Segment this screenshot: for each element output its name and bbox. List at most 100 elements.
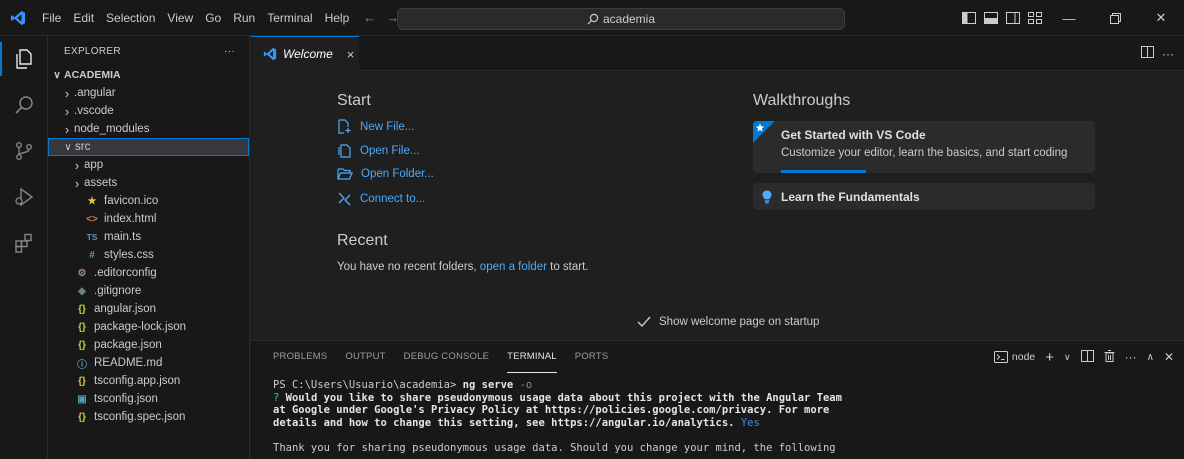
folder-item-assets[interactable]: › assets: [48, 174, 249, 192]
toggle-secondary-sidebar-icon[interactable]: [1004, 0, 1022, 36]
close-window-icon[interactable]: ✕: [1138, 0, 1184, 36]
explorer-icon[interactable]: [0, 36, 48, 82]
menu-terminal[interactable]: Terminal: [261, 6, 318, 30]
open-folder-link[interactable]: Open Folder...: [337, 167, 434, 181]
file-item-package-json[interactable]: {} package.json: [48, 336, 249, 354]
maximize-panel-icon[interactable]: ∧: [1147, 352, 1154, 363]
chevron-down-icon[interactable]: ∨: [1064, 352, 1071, 363]
tree-item-label: favicon.ico: [104, 195, 159, 207]
remote-connect-icon: [338, 192, 351, 206]
new-file-link[interactable]: New File...: [337, 119, 414, 134]
menu-run[interactable]: Run: [227, 6, 261, 30]
file-item-tsconfig-app-json[interactable]: {} tsconfig.app.json: [48, 372, 249, 390]
show-on-startup-option[interactable]: Show welcome page on startup: [637, 316, 819, 328]
connect-to-link[interactable]: Connect to...: [337, 191, 425, 206]
trash-icon[interactable]: [1104, 349, 1115, 365]
file-item-package-lock-json[interactable]: {} package-lock.json: [48, 318, 249, 336]
tab-problems[interactable]: PROBLEMS: [273, 341, 327, 373]
file-item-index-html[interactable]: <> index.html: [48, 210, 249, 228]
file-item-readme-md[interactable]: ⓘ README.md: [48, 354, 249, 372]
vscode-tab-icon: [263, 47, 277, 61]
source-control-icon[interactable]: [0, 128, 48, 174]
walkthrough-get-started-desc: Customize your editor, learn the basics,…: [781, 147, 1068, 159]
menu-file[interactable]: File: [36, 6, 67, 30]
menu-edit[interactable]: Edit: [67, 6, 100, 30]
menu-selection[interactable]: Selection: [100, 6, 161, 30]
tab-terminal[interactable]: TERMINAL: [507, 341, 557, 373]
close-panel-icon[interactable]: ✕: [1164, 350, 1174, 364]
open-folder-icon: [337, 168, 353, 180]
panel-tabs: PROBLEMS OUTPUT DEBUG CONSOLE TERMINAL P…: [273, 341, 608, 373]
open-folder-label: Open Folder...: [361, 168, 434, 180]
customize-layout-icon[interactable]: [1026, 0, 1044, 36]
terminal-output[interactable]: PS C:\Users\Usuario\academia> ng serve -…: [273, 379, 842, 454]
terminal-answer: Yes: [740, 416, 760, 429]
checkmark-icon[interactable]: [637, 316, 651, 328]
tree-item-label: .angular: [74, 87, 116, 99]
new-terminal-icon[interactable]: +: [1045, 349, 1054, 366]
walkthrough-fundamentals[interactable]: Learn the Fundamentals: [753, 183, 1095, 210]
minimize-window-icon[interactable]: —: [1046, 0, 1092, 36]
file-type-icon: ⓘ: [77, 359, 87, 371]
chevron-right-icon: ›: [74, 157, 80, 173]
explorer-title: EXPLORER: [64, 45, 121, 57]
workspace-root[interactable]: ∨ ACADEMIA: [48, 66, 249, 84]
tab-debug-console[interactable]: DEBUG CONSOLE: [404, 341, 489, 373]
tree-item-label: package-lock.json: [94, 321, 187, 333]
file-item-tsconfig-spec-json[interactable]: {} tsconfig.spec.json: [48, 408, 249, 426]
file-item-tsconfig-json[interactable]: ▣ tsconfig.json: [48, 390, 249, 408]
close-tab-icon[interactable]: ×: [347, 47, 355, 62]
folder-item-vscode[interactable]: › .vscode: [48, 102, 249, 120]
editor-tab-bar: Welcome × ···: [251, 36, 1184, 71]
back-arrow-icon[interactable]: ←: [363, 10, 376, 25]
file-item-styles-css[interactable]: # styles.css: [48, 246, 249, 264]
open-file-link[interactable]: Open File...: [337, 143, 419, 158]
menu-help[interactable]: Help: [319, 6, 356, 30]
file-item-gitignore[interactable]: ◆ .gitignore: [48, 282, 249, 300]
terminal-question-line-2: at Google under Google's Privacy Policy …: [273, 404, 830, 416]
menu-go[interactable]: Go: [199, 6, 227, 30]
explorer-more-actions-icon[interactable]: ···: [224, 46, 235, 57]
layout-controls: — ✕: [958, 0, 1184, 36]
search-view-icon[interactable]: [0, 82, 48, 128]
tab-welcome-label: Welcome: [283, 47, 333, 61]
new-file-icon: [338, 119, 351, 134]
connect-to-label: Connect to...: [360, 192, 426, 205]
terminal-name: node: [1011, 351, 1036, 363]
lightbulb-icon: [762, 190, 772, 204]
bottom-panel: PROBLEMS OUTPUT DEBUG CONSOLE TERMINAL P…: [251, 340, 1184, 459]
walkthrough-get-started[interactable]: Get Started with VS Code Customize your …: [753, 121, 1095, 173]
tab-welcome[interactable]: Welcome ×: [251, 36, 359, 71]
folder-item-angular[interactable]: › .angular: [48, 84, 249, 102]
run-and-debug-icon[interactable]: [0, 174, 48, 220]
tree-item-label: app: [84, 159, 104, 171]
file-item-main-ts[interactable]: TS main.ts: [48, 228, 249, 246]
extensions-icon[interactable]: [0, 220, 48, 266]
toggle-primary-sidebar-icon[interactable]: [960, 0, 978, 36]
file-type-icon: ▣: [77, 393, 87, 405]
walkthrough-get-started-title: Get Started with VS Code: [781, 128, 926, 142]
menu-view[interactable]: View: [161, 6, 199, 30]
folder-item-src[interactable]: ∨ src: [48, 138, 249, 156]
terminal-selector[interactable]: node: [993, 351, 1036, 363]
folder-item-node-modules[interactable]: › node_modules: [48, 120, 249, 138]
file-type-icon: {}: [78, 339, 86, 351]
editor-more-actions-icon[interactable]: ···: [1162, 47, 1174, 61]
file-item-angular-json[interactable]: {} angular.json: [48, 300, 249, 318]
split-editor-icon[interactable]: [1141, 46, 1154, 61]
tree-item-label: node_modules: [74, 123, 150, 135]
open-folder-inline-link[interactable]: open a folder: [480, 261, 547, 273]
file-item-editorconfig[interactable]: ⚙ .editorconfig: [48, 264, 249, 282]
panel-more-actions-icon[interactable]: ···: [1125, 350, 1137, 364]
editor-actions: ···: [1141, 36, 1174, 71]
file-item-favicon-ico[interactable]: ★ favicon.ico: [48, 192, 249, 210]
restore-window-icon[interactable]: [1092, 0, 1138, 36]
tab-output[interactable]: OUTPUT: [345, 341, 385, 373]
split-terminal-icon[interactable]: [1080, 349, 1094, 365]
activity-bar: [0, 36, 48, 459]
command-center-search[interactable]: academia: [397, 8, 845, 30]
toggle-panel-icon[interactable]: [982, 0, 1000, 36]
tab-ports[interactable]: PORTS: [575, 341, 609, 373]
folder-item-app[interactable]: › app: [48, 156, 249, 174]
start-heading: Start: [337, 92, 371, 109]
